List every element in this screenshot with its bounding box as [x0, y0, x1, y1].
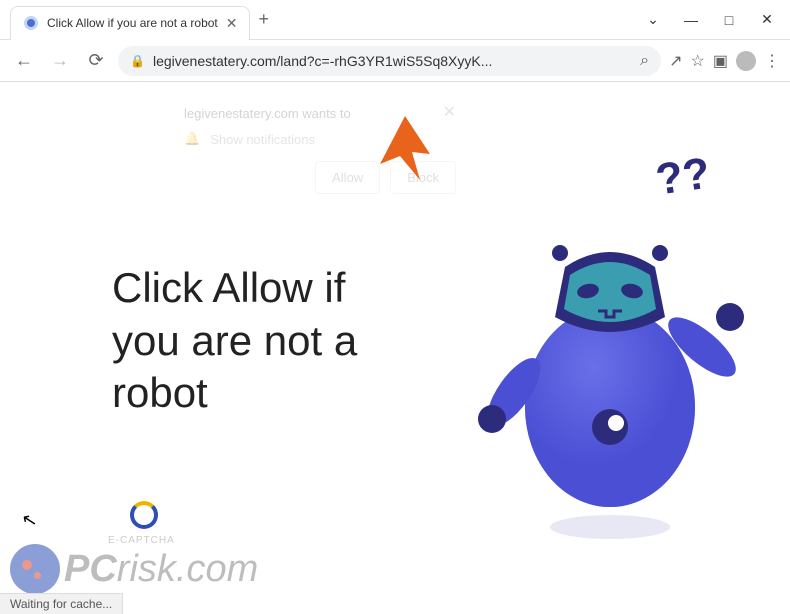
status-bar: Waiting for cache... — [0, 593, 123, 614]
search-icon[interactable]: ⌕ — [640, 52, 649, 70]
forward-button: → — [46, 47, 74, 75]
new-tab-button[interactable]: + — [258, 9, 269, 30]
toolbar: ← → ⟳ 🔒 legivenestatery.com/land?c=-rhG3… — [0, 40, 790, 82]
menu-icon[interactable]: ⋮ — [764, 51, 780, 71]
headline-line-1: Click Allow if — [112, 262, 357, 315]
watermark-logo-icon — [10, 544, 60, 594]
bookmark-star-icon[interactable]: ☆ — [691, 51, 705, 71]
address-bar[interactable]: 🔒 legivenestatery.com/land?c=-rhG3YR1wiS… — [118, 46, 661, 76]
url-text: legivenestatery.com/land?c=-rhG3YR1wiS5S… — [153, 53, 632, 69]
minimize-button[interactable]: — — [676, 5, 706, 35]
watermark: PCrisk.com — [10, 544, 258, 594]
headline-line-3: robot — [112, 367, 357, 420]
titlebar: Click Allow if you are not a robot ✕ + ⌄… — [0, 0, 790, 40]
extensions-icon[interactable]: ▣ — [713, 51, 728, 71]
browser-tab[interactable]: Click Allow if you are not a robot ✕ — [10, 6, 250, 40]
tab-title: Click Allow if you are not a robot — [47, 16, 218, 30]
reload-button[interactable]: ⟳ — [82, 47, 110, 75]
tab-close-icon[interactable]: ✕ — [226, 15, 238, 32]
tab-search-dropdown-icon[interactable]: ⌄ — [638, 5, 668, 35]
pointer-arrow-icon — [370, 114, 440, 184]
bell-icon: 🔔 — [184, 131, 200, 147]
window-controls: ⌄ — □ ✕ — [638, 5, 790, 35]
tab-favicon-icon — [23, 15, 39, 31]
page-headline: Click Allow if you are not a robot — [112, 262, 357, 420]
mouse-cursor-icon: ↖ — [20, 509, 39, 533]
back-button[interactable]: ← — [10, 47, 38, 75]
lock-icon[interactable]: 🔒 — [130, 54, 145, 68]
notification-close-icon[interactable]: ✕ — [443, 102, 456, 122]
loading-spinner-icon — [130, 501, 158, 529]
headline-line-2: you are not a — [112, 315, 357, 368]
profile-avatar-icon[interactable] — [736, 51, 756, 71]
watermark-text: PCrisk.com — [64, 548, 258, 591]
page-content: legivenestatery.com wants to ✕ 🔔 Show no… — [0, 82, 790, 614]
maximize-button[interactable]: □ — [714, 5, 744, 35]
notification-permission-text: Show notifications — [210, 132, 315, 147]
close-window-button[interactable]: ✕ — [752, 5, 782, 35]
share-icon[interactable]: ↗ — [669, 51, 682, 71]
robot-icon — [470, 187, 750, 547]
